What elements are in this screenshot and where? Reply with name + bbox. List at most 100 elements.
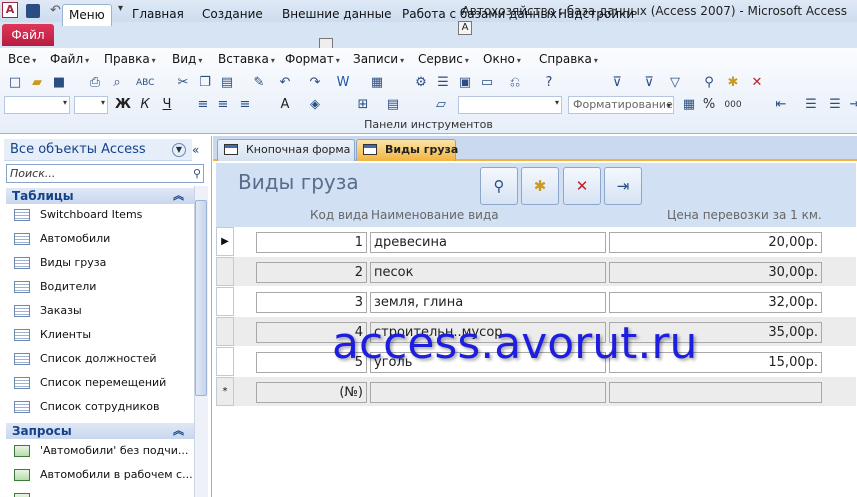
- redo-icon[interactable]: ↷: [306, 74, 324, 92]
- nav-item-table[interactable]: Водители: [14, 277, 96, 297]
- paste-icon[interactable]: ▤: [218, 74, 236, 92]
- access-app-icon[interactable]: A: [2, 2, 18, 18]
- nav-pane-header[interactable]: Все объекты Access ▼: [4, 139, 192, 161]
- toolbox-icon[interactable]: ▭: [478, 74, 496, 92]
- undo-icon[interactable]: ↶: [276, 74, 294, 92]
- copy-icon[interactable]: ❐: [196, 74, 214, 92]
- comma-style-icon[interactable]: 000: [724, 96, 742, 114]
- collapse-pane-icon[interactable]: «: [192, 143, 199, 157]
- doc-tab-switchboard[interactable]: Кнопочная форма: [217, 139, 355, 161]
- find-record-button[interactable]: ⚲: [480, 167, 518, 205]
- borders-icon[interactable]: ⊞: [354, 96, 372, 114]
- tab-addins[interactable]: Надстройки: [552, 4, 640, 26]
- bullets-icon[interactable]: ☰: [802, 96, 820, 114]
- menu-view[interactable]: Вид ▾: [172, 52, 202, 66]
- align-left-icon[interactable]: ≡: [194, 96, 212, 114]
- open-icon[interactable]: ▰: [28, 74, 46, 92]
- doc-tab-cargo-types[interactable]: Виды груза: [356, 139, 458, 161]
- font-color-icon[interactable]: A: [276, 96, 294, 114]
- field-list-icon[interactable]: ▣: [456, 74, 474, 92]
- menu-format[interactable]: Формат ▾: [285, 52, 340, 66]
- add-record-button[interactable]: ✱: [521, 167, 559, 205]
- price-field[interactable]: 32,00р.: [609, 292, 822, 313]
- fill-color-icon[interactable]: ◈: [306, 96, 324, 114]
- id-field[interactable]: 1: [256, 232, 367, 253]
- filter-by-selection-icon[interactable]: ⊽: [608, 74, 626, 92]
- nav-item-table[interactable]: Список перемещений: [14, 373, 166, 393]
- find-icon[interactable]: ⚲: [700, 74, 718, 92]
- toggle-filter-icon[interactable]: ▽: [666, 74, 684, 92]
- align-right-icon[interactable]: ≡: [236, 96, 254, 114]
- italic-icon[interactable]: К: [136, 96, 154, 114]
- nav-scrollbar-thumb[interactable]: [195, 200, 207, 396]
- record-selector[interactable]: ▶: [216, 227, 234, 256]
- save-icon[interactable]: [26, 4, 40, 18]
- cut-icon[interactable]: ✂: [174, 74, 192, 92]
- price-field[interactable]: 20,00р.: [609, 232, 822, 253]
- undo-icon[interactable]: ↶: [50, 3, 61, 19]
- new-record-icon[interactable]: ✱: [724, 74, 742, 92]
- properties-icon[interactable]: ☰: [434, 74, 452, 92]
- nav-item-table[interactable]: Список сотрудников: [14, 397, 159, 417]
- customize-quick-access-icon[interactable]: ▾: [118, 3, 123, 19]
- font-size-select[interactable]: ▾: [74, 96, 108, 114]
- special-effect-icon[interactable]: ▱: [432, 96, 450, 114]
- nav-item-table[interactable]: Виды груза: [14, 253, 106, 273]
- new-record-selector[interactable]: *: [216, 377, 234, 406]
- menu-help[interactable]: Справка ▾: [539, 52, 598, 66]
- record-selector[interactable]: [216, 347, 234, 376]
- id-field[interactable]: 2: [256, 262, 367, 283]
- format-painter-icon[interactable]: ✎: [250, 74, 268, 92]
- format-select[interactable]: Форматирование ▾: [568, 96, 674, 114]
- id-field[interactable]: (№): [256, 382, 367, 403]
- menu-edit[interactable]: Правка ▾: [104, 52, 156, 66]
- tab-database-tools[interactable]: Работа с базами данных: [396, 4, 563, 26]
- record-selector[interactable]: [216, 287, 234, 316]
- numbering-icon[interactable]: ☰: [826, 96, 844, 114]
- print-preview-icon[interactable]: ⌕: [108, 74, 126, 92]
- name-field[interactable]: древесина: [370, 232, 606, 253]
- record-selector[interactable]: [216, 257, 234, 286]
- nav-item-query[interactable]: [14, 489, 40, 497]
- code-icon[interactable]: ⚙: [412, 74, 430, 92]
- price-field[interactable]: [609, 382, 822, 403]
- control-select[interactable]: ▾: [458, 96, 562, 114]
- tab-create[interactable]: Создание: [196, 4, 269, 26]
- bold-icon[interactable]: Ж: [114, 96, 132, 114]
- align-center-icon[interactable]: ≡: [214, 96, 232, 114]
- close-form-button[interactable]: ⇥: [604, 167, 642, 205]
- nav-group-tables[interactable]: Таблицы ︽: [6, 188, 194, 204]
- menu-all[interactable]: Все ▾: [8, 52, 36, 66]
- menu-file[interactable]: Файл ▾: [50, 52, 89, 66]
- id-field[interactable]: 3: [256, 292, 367, 313]
- gridlines-icon[interactable]: ▤: [384, 96, 402, 114]
- delete-record-button[interactable]: ✕: [563, 167, 601, 205]
- save-icon[interactable]: ■: [50, 74, 68, 92]
- new-icon[interactable]: □: [6, 74, 24, 92]
- print-icon[interactable]: ⎙: [86, 74, 104, 92]
- name-field[interactable]: песок: [370, 262, 606, 283]
- menu-tools[interactable]: Сервис ▾: [418, 52, 469, 66]
- nav-item-query[interactable]: 'Автомобили' без подчи...: [14, 441, 188, 461]
- indent-icon[interactable]: ⇥: [846, 96, 857, 114]
- menu-records[interactable]: Записи ▾: [353, 52, 404, 66]
- nav-item-table[interactable]: Клиенты: [14, 325, 91, 345]
- office-links-icon[interactable]: W: [334, 74, 352, 92]
- tab-file[interactable]: Файл: [2, 24, 54, 46]
- nav-item-table[interactable]: Заказы: [14, 301, 82, 321]
- decrease-decimal-icon[interactable]: ⇤: [772, 96, 790, 114]
- menu-insert[interactable]: Вставка ▾: [218, 52, 275, 66]
- currency-icon[interactable]: ▦: [680, 96, 698, 114]
- nav-item-table[interactable]: Автомобили: [14, 229, 110, 249]
- filter-by-form-icon[interactable]: ⊽: [640, 74, 658, 92]
- tab-external-data[interactable]: Внешние данные: [276, 4, 397, 26]
- nav-search-input[interactable]: Поиск... ⚲: [6, 164, 204, 183]
- price-field[interactable]: 30,00р.: [609, 262, 822, 283]
- menu-window[interactable]: Окно ▾: [483, 52, 521, 66]
- help-icon[interactable]: ?: [540, 74, 558, 92]
- name-field[interactable]: земля, глина: [370, 292, 606, 313]
- nav-item-table[interactable]: Switchboard Items: [14, 205, 142, 225]
- search-icon[interactable]: ⚲: [193, 165, 201, 182]
- tab-menu[interactable]: Меню: [62, 4, 112, 26]
- chevron-down-icon[interactable]: ▼: [172, 143, 186, 157]
